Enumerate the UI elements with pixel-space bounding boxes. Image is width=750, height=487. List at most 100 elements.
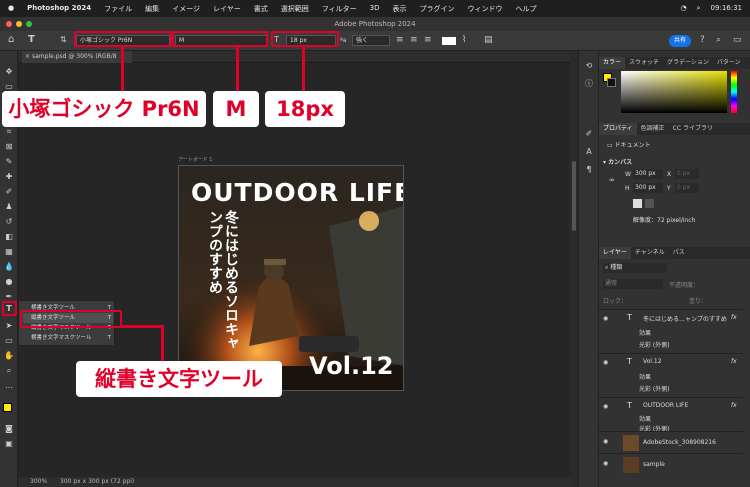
scroll-thumb[interactable] (572, 161, 576, 231)
layer-row[interactable]: ◉ T 冬にはじめる…ャンプのすすめ fx 効果 光彩 (外側) (599, 309, 743, 353)
dodge-tool-icon[interactable]: ● (4, 277, 14, 286)
height-input[interactable]: 300 px (633, 183, 663, 193)
landscape-icon[interactable] (645, 199, 654, 208)
menu-file[interactable]: ファイル (104, 4, 132, 14)
type-tool-icon[interactable]: T (28, 34, 35, 45)
layer-name[interactable]: sample (643, 461, 665, 468)
workspace-icon[interactable]: ▭ (733, 35, 742, 45)
layer-name[interactable]: AdobeStock_308908216 (643, 439, 716, 446)
character-panel-icon[interactable]: ▤ (484, 35, 493, 45)
zoom-button[interactable] (26, 21, 32, 27)
crop-tool-icon[interactable]: ⌗ (4, 127, 14, 136)
menu-layer[interactable]: レイヤー (213, 4, 241, 14)
menu-type[interactable]: 書式 (254, 4, 268, 14)
align-left-icon[interactable]: ≡ (396, 35, 404, 45)
minimize-button[interactable] (16, 21, 22, 27)
antialias-select[interactable]: 強く (352, 35, 390, 46)
visibility-eye-icon[interactable]: ◉ (603, 460, 608, 467)
apple-icon[interactable]: ● (8, 4, 14, 14)
pen-tool-icon[interactable]: ✒ (4, 292, 14, 301)
search-icon[interactable]: ⌕ (716, 35, 721, 45)
artboard-label[interactable]: アートボード 1 (178, 156, 212, 163)
history-panel-icon[interactable]: ⟲ (584, 61, 594, 70)
tab-layers[interactable]: レイヤー (599, 247, 631, 259)
menu-filter[interactable]: フィルター (322, 4, 357, 14)
fx-icon[interactable]: fx (731, 402, 737, 409)
portrait-icon[interactable] (633, 199, 642, 208)
menu-plugins[interactable]: プラグイン (419, 4, 454, 14)
layer-row[interactable]: ◉ T OUTDOOR LIFE fx 効果 光彩 (外側) (599, 397, 743, 433)
visibility-eye-icon[interactable]: ◉ (603, 359, 608, 366)
help-icon[interactable]: ? (700, 35, 705, 45)
close-button[interactable] (6, 21, 12, 27)
align-center-icon[interactable]: ≡ (410, 35, 418, 45)
layer-name[interactable]: OUTDOOR LIFE (643, 402, 688, 409)
history-brush-icon[interactable]: ↺ (4, 217, 14, 226)
tab-patterns[interactable]: パターン (713, 57, 745, 69)
tab-paths[interactable]: パス (669, 247, 689, 259)
more-tools-icon[interactable]: … (4, 381, 14, 390)
zoom-level[interactable]: 300% (30, 478, 47, 485)
visibility-eye-icon[interactable]: ◉ (603, 403, 608, 410)
screen-mode-icon[interactable]: ▣ (4, 439, 14, 448)
healing-tool-icon[interactable]: ✚ (4, 172, 14, 181)
menu-edit[interactable]: 編集 (145, 4, 159, 14)
fx-icon[interactable]: fx (731, 314, 737, 321)
tab-swatches[interactable]: スウォッチ (625, 57, 663, 69)
artboard-image[interactable]: OUTDOOR LIFE 冬にはじめるソロキャンプのすすめ Vol.12 (178, 165, 404, 391)
stamp-tool-icon[interactable]: ♟ (4, 202, 14, 211)
clock[interactable]: 09:16:31 (711, 4, 742, 13)
document-size[interactable]: 300 px x 300 px (72 ppi) (60, 478, 134, 485)
hand-tool-icon[interactable]: ✋ (4, 351, 14, 360)
tab-channels[interactable]: チャンネル (631, 247, 669, 259)
orientation-toggle-icon[interactable]: ⇅ (60, 35, 67, 44)
frame-tool-icon[interactable]: ⊠ (4, 142, 14, 151)
menu-view[interactable]: 表示 (392, 4, 406, 14)
visibility-eye-icon[interactable]: ◉ (603, 438, 608, 445)
canvas-section[interactable]: ▾ カンバス (603, 157, 632, 166)
share-button[interactable]: 共有 (669, 35, 691, 47)
brush-tool-icon[interactable]: ✐ (4, 187, 14, 196)
layer-name[interactable]: 冬にはじめる…ャンプのすすめ (643, 314, 727, 323)
layer-row[interactable]: ◉ AdobeStock_308908216 (599, 431, 743, 453)
home-icon[interactable]: ⌂ (8, 34, 14, 45)
layer-row[interactable]: ◉ T Vol.12 fx 効果 光彩 (外側) (599, 353, 743, 397)
tab-color[interactable]: カラー (599, 57, 626, 69)
zoom-tool-icon[interactable]: ⌕ (4, 366, 14, 375)
paragraph-panel-icon[interactable]: ¶ (584, 165, 594, 174)
layer-name[interactable]: Vol.12 (643, 358, 662, 365)
fx-icon[interactable]: fx (731, 358, 737, 365)
blur-tool-icon[interactable]: 💧 (4, 262, 14, 271)
vertical-scrollbar[interactable] (570, 51, 578, 487)
gradient-tool-icon[interactable]: ▦ (4, 247, 14, 256)
char-panel-icon[interactable]: A (584, 147, 594, 156)
tab-properties[interactable]: プロパティ (599, 123, 637, 135)
text-color-swatch[interactable] (442, 37, 456, 45)
app-menu[interactable]: Photoshop 2024 (27, 4, 91, 14)
menu-select[interactable]: 選択範囲 (281, 4, 309, 14)
x-input[interactable]: 0 px (675, 169, 699, 179)
warp-text-icon[interactable]: ⌇ (462, 35, 466, 45)
tab-adjustments[interactable]: 色調補正 (637, 123, 669, 135)
hue-slider[interactable] (731, 71, 737, 113)
path-select-tool-icon[interactable]: ➤ (4, 321, 14, 330)
close-tab-icon[interactable]: × (25, 51, 30, 63)
rectangle-tool-icon[interactable]: ▭ (4, 336, 14, 345)
layer-kind-filter[interactable]: ⌕ 種類 (603, 263, 667, 273)
menu-image[interactable]: イメージ (172, 4, 200, 14)
menu-3d[interactable]: 3D (370, 4, 380, 14)
blend-mode-select[interactable]: 通常 (603, 279, 663, 289)
eraser-tool-icon[interactable]: ◧ (4, 232, 14, 241)
menu-window[interactable]: ウィンドウ (467, 4, 502, 14)
info-panel-icon[interactable]: ⓘ (584, 79, 594, 88)
quick-mask-icon[interactable]: ◙ (4, 424, 14, 433)
search-icon[interactable]: ⌕ (697, 4, 701, 13)
wifi-icon[interactable]: ◔ (681, 4, 687, 13)
eyedropper-tool-icon[interactable]: ✎ (4, 157, 14, 166)
align-right-icon[interactable]: ≡ (424, 35, 432, 45)
flyout-horizontal-type-mask[interactable]: 横書き文字マスクツール T (23, 333, 113, 343)
artboard-tool-icon[interactable]: ▭ (4, 82, 14, 91)
document-tab[interactable]: × sample.psd @ 300% (RGB/8 (22, 51, 132, 63)
tab-gradients[interactable]: グラデーション (663, 57, 713, 69)
layer-row[interactable]: ◉ sample (599, 453, 743, 475)
